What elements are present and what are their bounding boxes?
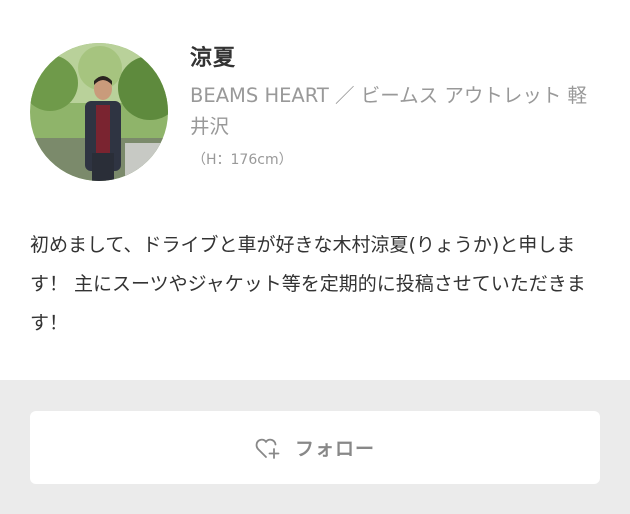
staff-height: （H：176cm） <box>192 152 293 168</box>
profile-bio: 初めまして、ドライブと車が好きな木村涼夏(りょうか)と申します！ 主にスーツやジ… <box>30 234 586 334</box>
follow-label: フォロー <box>294 438 375 460</box>
heart-plus-icon <box>255 436 281 460</box>
follow-button[interactable]: フォロー <box>30 411 600 484</box>
profile-section: 涼夏 BEAMS HEART ／ ビームス アウトレット 軽井沢 （H：176c… <box>0 0 630 380</box>
action-area: フォロー <box>0 380 630 514</box>
avatar[interactable] <box>30 43 168 181</box>
avatar-photo <box>30 43 168 181</box>
shop-name[interactable]: BEAMS HEART ／ ビームス アウトレット 軽井沢 <box>190 80 590 142</box>
staff-name: 涼夏 <box>190 46 237 71</box>
staff-profile-page: 涼夏 BEAMS HEART ／ ビームス アウトレット 軽井沢 （H：176c… <box>0 0 630 514</box>
